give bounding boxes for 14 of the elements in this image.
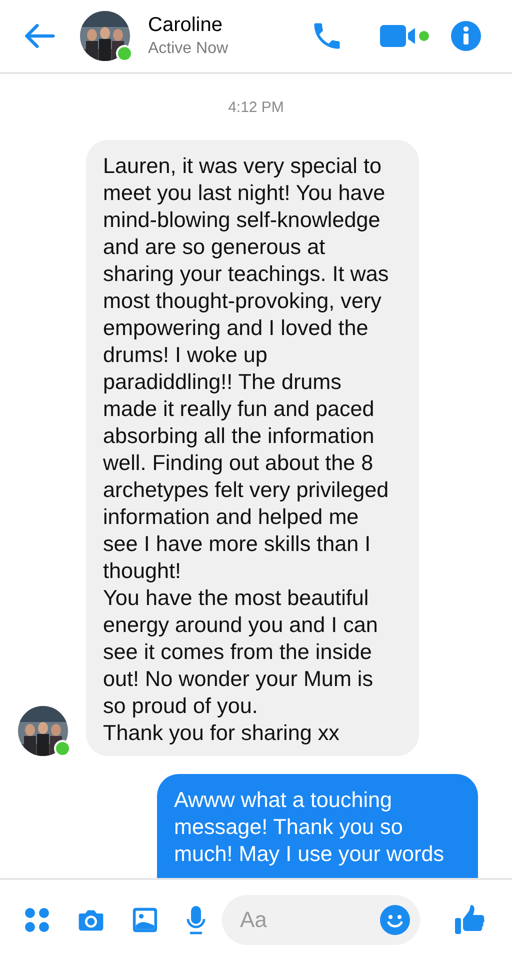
- timestamp: 4:12 PM: [227, 99, 285, 116]
- apps-icon[interactable]: [24, 907, 50, 933]
- message-bubble: Lauren, it was very special to meet you last night! You have mind-blowing self-knowledge and are so generous at sharing your teachings. It was most thought-provoking, very empowering and I loved the drums! I woke up paradiddling!! The drums made it really fun and paced absorbing all the information well. Finding out about the 8 archetypes felt very privileged information and helped me see I have more skills than I thought! You have the most beautiful energy around you and I can see it comes from the inside out! No wonder your Mum is so proud of you. Thank you for sharing xx: [86, 140, 419, 756]
- back-arrow-icon[interactable]: [23, 22, 55, 50]
- video-camera-icon[interactable]: [380, 23, 432, 49]
- thumbs-up-icon[interactable]: [454, 904, 486, 936]
- microphone-icon[interactable]: [186, 905, 206, 935]
- contact-status: Active Now: [148, 38, 230, 58]
- contact-name: Caroline: [148, 12, 224, 38]
- info-icon[interactable]: [450, 20, 482, 52]
- image-icon[interactable]: [132, 907, 158, 933]
- message-bubble: Awww what a touching message! Thank you so much! May I use your words: [157, 774, 478, 878]
- emoji-icon[interactable]: [380, 905, 410, 935]
- message-input[interactable]: Aa: [222, 895, 420, 945]
